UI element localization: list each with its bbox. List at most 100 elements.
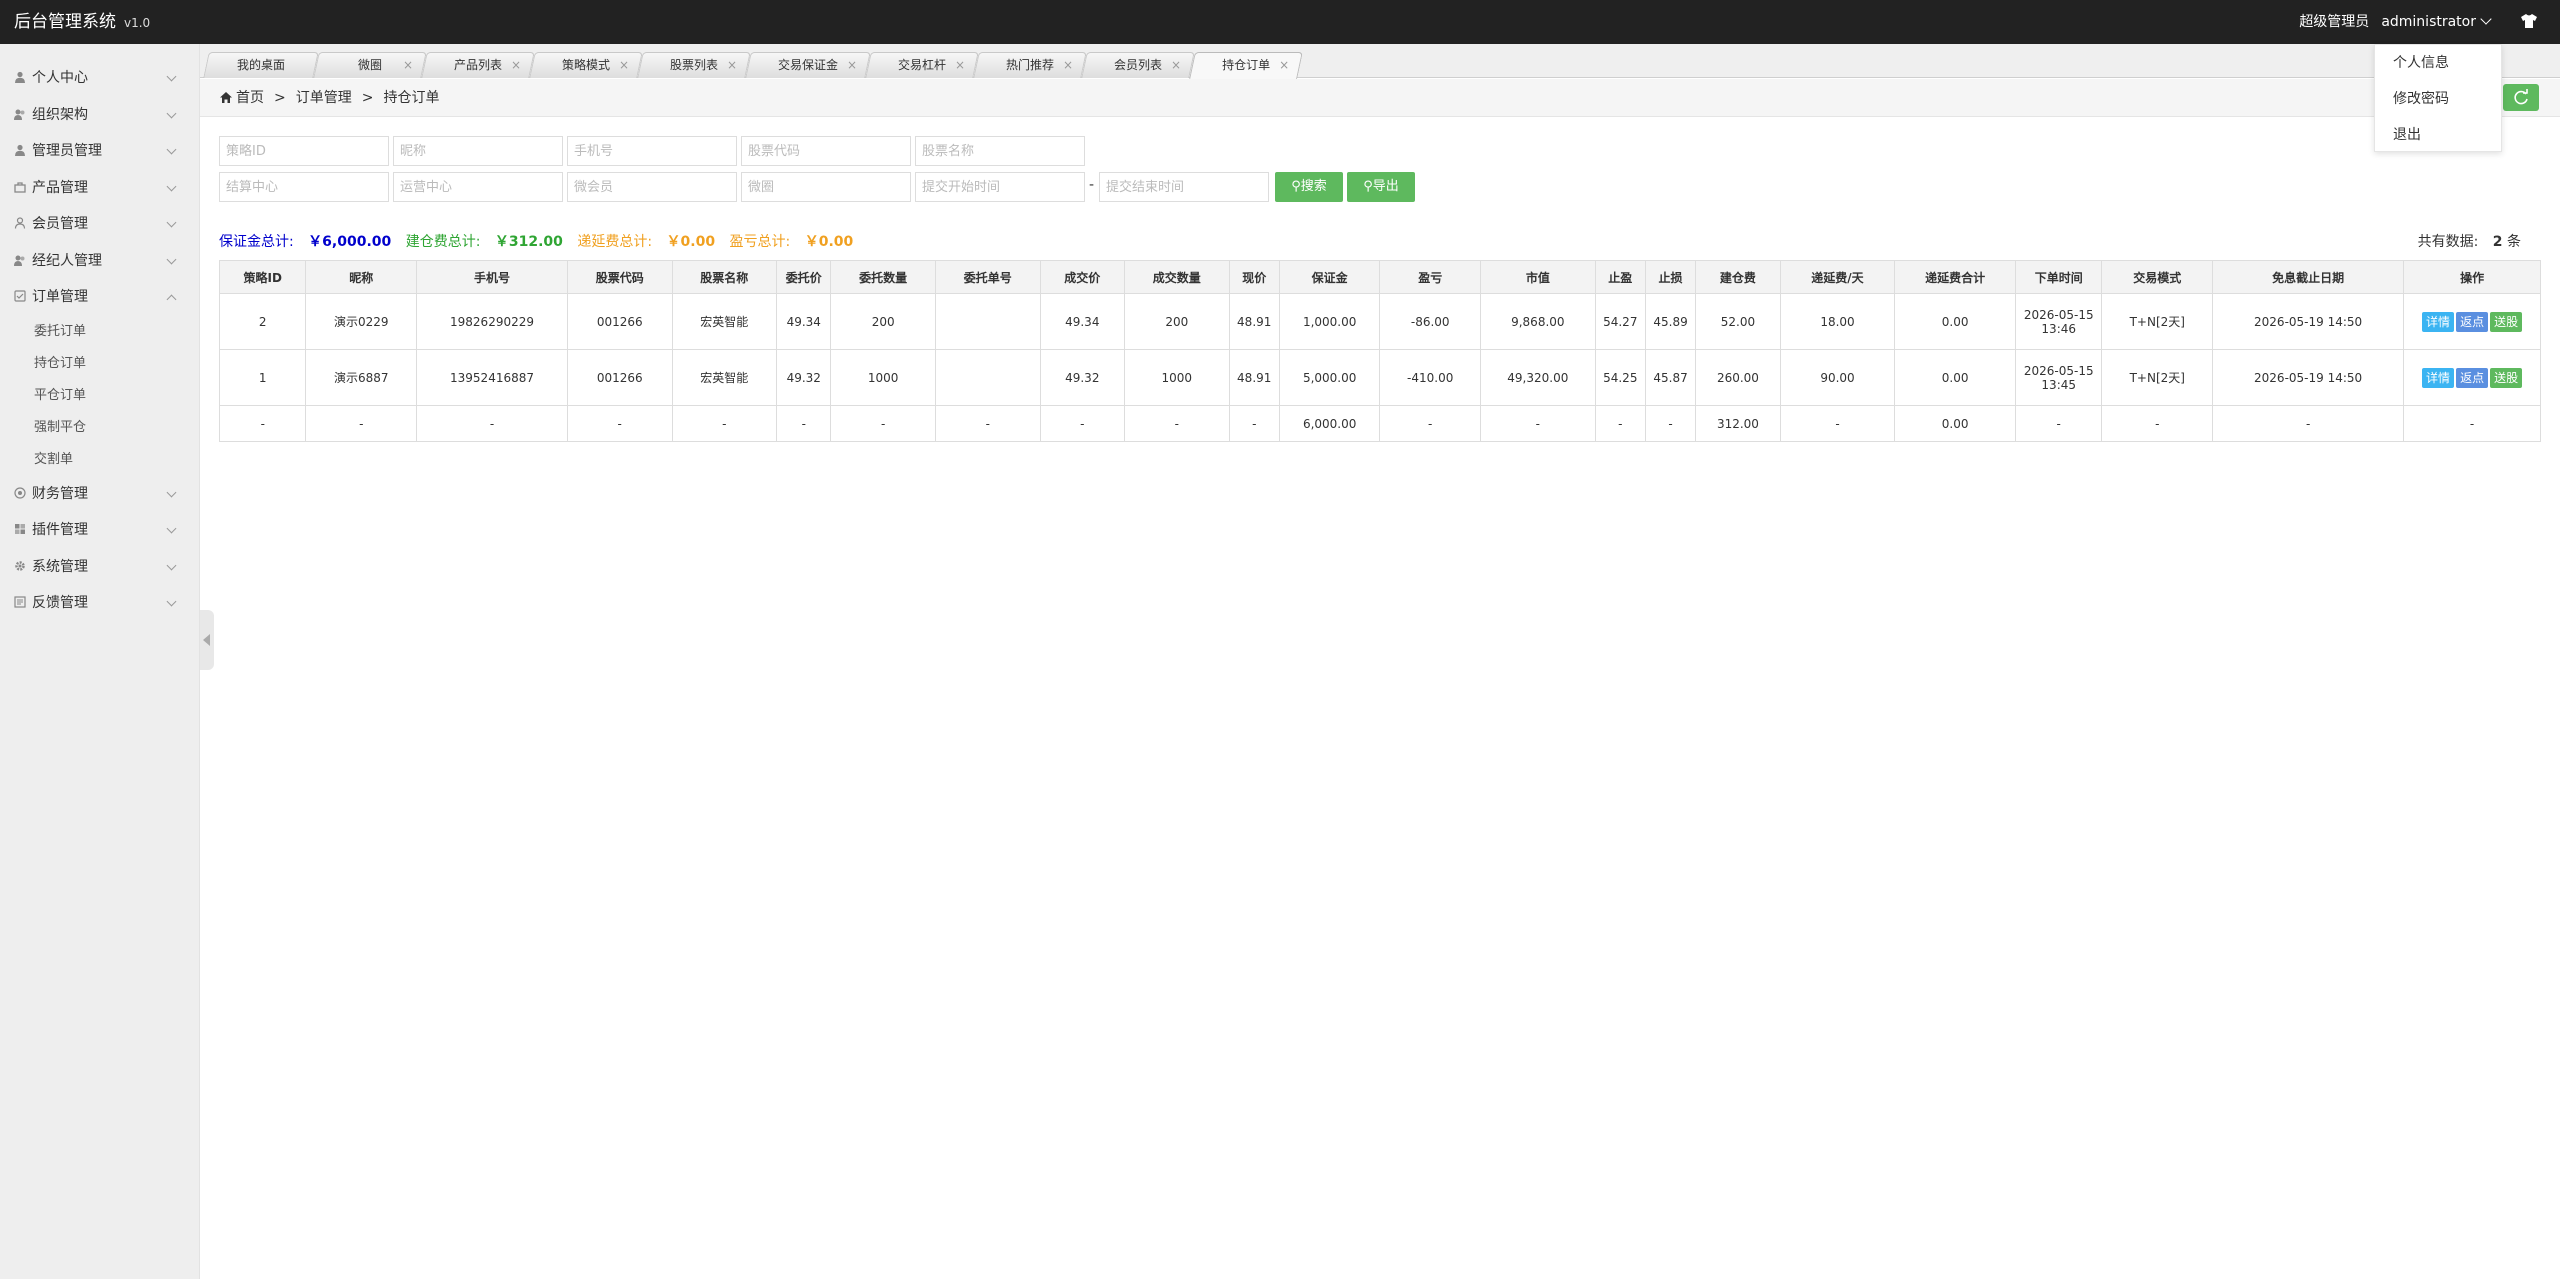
user-name[interactable]: administrator xyxy=(2381,14,2476,30)
micro-member-select[interactable] xyxy=(567,172,737,202)
close-icon[interactable]: × xyxy=(955,53,965,77)
sidebar-subitem-forced-close[interactable]: 强制平仓 xyxy=(0,412,199,444)
sidebar-collapse-handle[interactable] xyxy=(200,610,214,670)
tab-strategy-mode[interactable]: 策略模式 × xyxy=(529,52,643,78)
column-header: 止盈 xyxy=(1594,260,1646,294)
sidebar-item-feedback-management[interactable]: 反馈管理 xyxy=(0,585,199,622)
sidebar-item-member-management[interactable]: 会员管理 xyxy=(0,206,199,243)
tab-trade-leverage[interactable]: 交易杠杆 × xyxy=(865,52,979,78)
total-cell: - xyxy=(1779,405,1896,442)
sidebar-item-admin-management[interactable]: 管理员管理 xyxy=(0,133,199,170)
plugin-icon xyxy=(15,524,25,534)
total-cell: 6,000.00 xyxy=(1278,405,1381,442)
tab-position-orders[interactable]: 持仓订单 × xyxy=(1189,52,1303,79)
sidebar-subitem-entrust-orders[interactable]: 委托订单 xyxy=(0,316,199,348)
column-header: 股票代码 xyxy=(566,260,673,294)
stock-code-input[interactable] xyxy=(741,136,911,166)
micro-circle-select[interactable] xyxy=(741,172,911,202)
cell-entrust-price: 49.32 xyxy=(776,349,832,406)
breadcrumb-home[interactable]: 首页 xyxy=(236,90,264,106)
sidebar-subitem-closed-orders[interactable]: 平仓订单 xyxy=(0,380,199,412)
gift-shares-button[interactable]: 送股 xyxy=(2490,311,2523,332)
cell-pnl: -86.00 xyxy=(1379,293,1481,350)
strategy-id-input[interactable] xyxy=(219,136,389,166)
sidebar-item-order-management[interactable]: 订单管理 xyxy=(0,279,199,316)
breadcrumb-level1[interactable]: 订单管理 xyxy=(296,90,352,106)
menu-item-change-password[interactable]: 修改密码 xyxy=(2375,81,2501,117)
close-icon[interactable]: × xyxy=(619,53,629,77)
total-cell: - xyxy=(2403,405,2541,442)
tab-micro-circle[interactable]: 微圈 × xyxy=(313,52,427,78)
search-button[interactable]: ⚲搜索 xyxy=(1275,172,1343,202)
tab-label: 热门推荐 xyxy=(1005,58,1054,72)
stock-name-input[interactable] xyxy=(915,136,1085,166)
phone-input[interactable] xyxy=(567,136,737,166)
refresh-button[interactable] xyxy=(2503,84,2539,111)
column-header: 市值 xyxy=(1480,260,1596,294)
settle-center-select[interactable] xyxy=(219,172,389,202)
tab-product-list[interactable]: 产品列表 × xyxy=(421,52,535,78)
total-cell: - xyxy=(934,405,1041,442)
finance-icon xyxy=(14,486,26,499)
column-header: 盈亏 xyxy=(1379,260,1481,294)
start-time-input[interactable] xyxy=(915,172,1085,202)
nickname-input[interactable] xyxy=(393,136,563,166)
record-count-unit: 条 xyxy=(2507,234,2521,250)
close-icon[interactable]: × xyxy=(403,53,413,77)
detail-button[interactable]: 详情 xyxy=(2422,311,2455,332)
detail-button[interactable]: 详情 xyxy=(2422,367,2455,388)
chevron-down-icon xyxy=(166,596,177,607)
record-count: 共有数据: 2 条 xyxy=(2418,230,2531,254)
ops-center-select[interactable] xyxy=(393,172,563,202)
tab-stock-list[interactable]: 股票列表 × xyxy=(637,52,751,78)
sidebar-item-plugin-management[interactable]: 插件管理 xyxy=(0,512,199,549)
tab-my-desktop[interactable]: 我的桌面 xyxy=(203,52,319,78)
tab-member-list[interactable]: 会员列表 × xyxy=(1081,52,1195,78)
sidebar-subitem-delivery[interactable]: 交割单 xyxy=(0,444,199,476)
cell-market-value: 9,868.00 xyxy=(1480,293,1596,350)
close-icon[interactable]: × xyxy=(727,53,737,77)
product-icon xyxy=(14,181,26,193)
sidebar-item-organization[interactable]: 组织架构 xyxy=(0,97,199,134)
close-icon[interactable]: × xyxy=(1063,53,1073,77)
tshirt-icon[interactable] xyxy=(2520,13,2538,29)
menu-item-logout[interactable]: 退出 xyxy=(2375,117,2501,153)
cell-take-profit: 54.27 xyxy=(1594,293,1646,350)
cell-margin: 1,000.00 xyxy=(1278,293,1381,350)
user-area[interactable]: 超级管理员 administrator xyxy=(2299,0,2492,44)
sidebar-item-product-management[interactable]: 产品管理 xyxy=(0,170,199,207)
cell-entrust-no xyxy=(934,293,1041,350)
cell-deal-qty: 1000 xyxy=(1124,349,1230,406)
chevron-down-icon xyxy=(166,217,177,228)
pnl-total-label: 盈亏总计: xyxy=(729,234,791,250)
gift-shares-button[interactable]: 送股 xyxy=(2490,367,2523,388)
close-icon[interactable]: × xyxy=(511,53,521,77)
sidebar-item-broker-management[interactable]: 经纪人管理 xyxy=(0,243,199,280)
tab-hot-picks[interactable]: 热门推荐 × xyxy=(973,52,1087,78)
date-range-dash: - xyxy=(1089,177,1095,193)
cell-stop-loss: 45.87 xyxy=(1644,349,1697,406)
sidebar-item-finance-management[interactable]: 财务管理 xyxy=(0,476,199,513)
rebate-button[interactable]: 返点 xyxy=(2456,311,2489,332)
total-cell: - xyxy=(776,405,832,442)
close-icon[interactable]: × xyxy=(1279,53,1289,77)
close-icon[interactable]: × xyxy=(1171,53,1181,77)
column-header: 下单时间 xyxy=(2014,260,2103,294)
chevron-down-icon[interactable] xyxy=(2480,13,2492,25)
close-icon[interactable]: × xyxy=(847,53,857,77)
sidebar-subitem-position-orders[interactable]: 持仓订单 xyxy=(0,348,199,380)
menu-item-profile[interactable]: 个人信息 xyxy=(2375,45,2501,81)
tab-trade-margin[interactable]: 交易保证金 × xyxy=(745,52,871,78)
sidebar-item-personal-center[interactable]: 个人中心 xyxy=(0,60,199,97)
cell-nickname: 演示6887 xyxy=(305,349,418,406)
rebate-button[interactable]: 返点 xyxy=(2456,367,2489,388)
sidebar-item-system-management[interactable]: 系统管理 xyxy=(0,549,199,586)
sidebar-item-label: 经纪人管理 xyxy=(32,252,102,269)
chevron-down-icon xyxy=(166,487,177,497)
column-header: 递延费合计 xyxy=(1894,260,2016,294)
end-time-input[interactable] xyxy=(1099,172,1269,202)
app-logo[interactable]: 后台管理系统 v1.0 xyxy=(14,0,150,44)
breadcrumb-separator: > xyxy=(361,90,374,106)
sidebar-item-label: 管理员管理 xyxy=(32,143,102,159)
export-button[interactable]: ⚲导出 xyxy=(1347,172,1415,202)
